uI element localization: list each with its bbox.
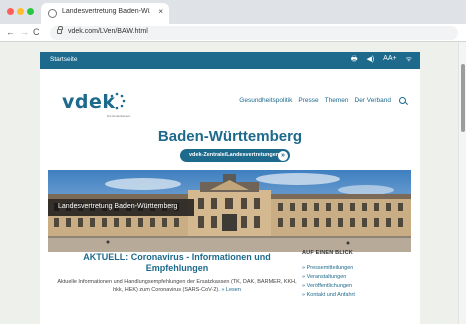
lock-icon bbox=[57, 26, 63, 34]
web-page: Startseite 🖶 ◀) AA+ ᯤ vdek Die Ersatzkas… bbox=[0, 42, 466, 324]
main-nav: Gesundheitspolitik Presse Themen Der Ver… bbox=[239, 97, 406, 104]
scrollbar-thumb[interactable] bbox=[461, 64, 465, 132]
glance-link-contact[interactable]: » Kontakt und Anfahrt bbox=[302, 291, 412, 300]
chevron-down-icon: » bbox=[278, 150, 288, 161]
logo-subtitle: Die Ersatzkassen bbox=[107, 114, 131, 118]
utility-bar: Startseite 🖶 ◀) AA+ ᯤ bbox=[40, 52, 420, 69]
hero-caption: Landesvertretung Baden-Württemberg bbox=[48, 199, 194, 216]
url-field[interactable]: vdek.com/LVen/BAW.html bbox=[50, 26, 458, 40]
at-a-glance-heading: AUF EINEN BLICK bbox=[302, 250, 353, 256]
close-window-button[interactable] bbox=[7, 8, 14, 15]
back-arrow-icon[interactable]: ← bbox=[6, 27, 15, 38]
at-a-glance-box: AUF EINEN BLICK » Pressemitteilungen » V… bbox=[302, 250, 412, 300]
hero-caption-text: Landesvertretung Baden-Württemberg bbox=[58, 203, 178, 210]
speaker-icon[interactable]: ◀) bbox=[366, 55, 374, 66]
news-headline[interactable]: AKTUELL: Coronavirus - Informationen und… bbox=[54, 252, 300, 274]
hero-image: Landesvertretung Baden-Württemberg bbox=[48, 170, 411, 252]
minimize-window-button[interactable] bbox=[17, 8, 24, 15]
at-a-glance-list: » Pressemitteilungen » Veranstaltungen »… bbox=[302, 264, 412, 300]
url-text: vdek.com/LVen/BAW.html bbox=[68, 28, 148, 35]
logo-dots-icon bbox=[108, 92, 126, 110]
utility-icons: 🖶 ◀) AA+ ᯤ bbox=[351, 55, 412, 66]
landesvertretungen-dropdown-button[interactable]: vdek-Zentrale/Landesvertretungen » bbox=[180, 149, 290, 162]
nav-item-gesundheitspolitik[interactable]: Gesundheitspolitik bbox=[239, 97, 292, 104]
rss-icon[interactable]: ᯤ bbox=[406, 55, 412, 66]
browser-tab-bar: Landesvertretung Baden-Würt × bbox=[0, 0, 466, 24]
vdek-logo[interactable]: vdek Die Ersatzkassen bbox=[62, 91, 130, 118]
search-icon[interactable] bbox=[399, 97, 406, 104]
font-size-icon[interactable]: AA+ bbox=[383, 55, 396, 66]
tab-favicon-icon bbox=[48, 9, 57, 18]
address-bar: ← → C vdek.com/LVen/BAW.html bbox=[0, 24, 466, 42]
nav-item-der-verband[interactable]: Der Verband bbox=[355, 97, 392, 104]
print-icon[interactable]: 🖶 bbox=[351, 55, 358, 66]
home-link[interactable]: Startseite bbox=[50, 56, 77, 63]
nav-item-themen[interactable]: Themen bbox=[325, 97, 349, 104]
page-scrollbar[interactable] bbox=[458, 42, 466, 324]
glance-link-publications[interactable]: » Veröffentlichungen bbox=[302, 282, 412, 291]
forward-arrow-icon[interactable]: → bbox=[20, 27, 29, 38]
news-teaser: Aktuelle Informationen und Handlungsempf… bbox=[54, 278, 300, 294]
reload-icon[interactable]: C bbox=[33, 27, 40, 38]
page-title: Baden-Württemberg bbox=[157, 128, 303, 145]
maximize-window-button[interactable] bbox=[27, 8, 34, 15]
nav-item-presse[interactable]: Presse bbox=[298, 97, 318, 104]
read-more-link[interactable]: » Lesen bbox=[221, 287, 241, 293]
glance-link-press[interactable]: » Pressemitteilungen bbox=[302, 264, 412, 273]
tab-close-icon[interactable]: × bbox=[158, 7, 163, 16]
dropdown-label: vdek-Zentrale/Landesvertretungen bbox=[189, 152, 280, 158]
tab-title: Landesvertretung Baden-Würt bbox=[62, 8, 150, 15]
news-teaser-text: Aktuelle Informationen und Handlungsempf… bbox=[57, 279, 297, 293]
glance-link-events[interactable]: » Veranstaltungen bbox=[302, 273, 412, 282]
browser-tab[interactable]: Landesvertretung Baden-Würt × bbox=[41, 3, 169, 24]
